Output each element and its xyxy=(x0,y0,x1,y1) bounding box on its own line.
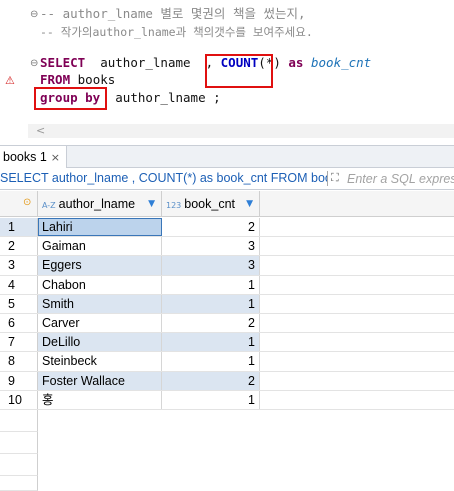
row-number: 3 xyxy=(0,256,38,275)
cell-author-lname[interactable]: Eggers xyxy=(38,256,162,275)
sort-down-icon[interactable]: ▼ xyxy=(148,191,155,217)
results-tab-strip: books 1 × xyxy=(0,145,454,168)
row-selector-icon: ⊙ xyxy=(23,197,32,208)
group-column: author_lname xyxy=(115,90,206,105)
column-label: author_lname xyxy=(58,197,136,211)
table-row[interactable]: 2 Gaiman 3 xyxy=(0,237,454,257)
string-type-icon: A-Z xyxy=(42,201,56,210)
table-row[interactable]: 5 Smith 1 xyxy=(0,294,454,314)
from-table: books xyxy=(77,72,116,87)
cell-book-cnt[interactable]: 1 xyxy=(162,294,260,313)
semicolon: ; xyxy=(213,90,221,105)
column-label: book_cnt xyxy=(184,197,236,211)
cell-book-cnt[interactable]: 2 xyxy=(162,314,260,333)
table-row[interactable]: 3 Eggers 3 xyxy=(0,256,454,276)
expand-filter-icon[interactable]: ⛶ xyxy=(331,171,339,185)
row-number: 1 xyxy=(0,218,38,237)
empty-row-header xyxy=(0,432,38,454)
cell-book-cnt[interactable]: 2 xyxy=(162,218,260,237)
table-row[interactable]: 4 Chabon 1 xyxy=(0,275,454,295)
group-by-highlight-box xyxy=(34,87,107,110)
grid-corner[interactable]: ⊙ xyxy=(0,191,38,217)
row-number: 9 xyxy=(0,371,38,390)
alias-name: book_cnt xyxy=(311,55,372,70)
row-number: 8 xyxy=(0,352,38,371)
select-keyword: SELECT xyxy=(40,55,86,70)
cell-author-lname[interactable]: Steinbeck xyxy=(38,352,162,371)
filter-expression-input[interactable] xyxy=(347,168,454,189)
row-number: 4 xyxy=(0,275,38,294)
fold-toggle-icon[interactable]: ⊖ xyxy=(30,58,38,69)
select-column: author_lname xyxy=(100,55,191,70)
table-row[interactable]: 7 DeLillo 1 xyxy=(0,333,454,353)
filter-separator xyxy=(327,171,328,186)
cell-author-lname[interactable]: DeLillo xyxy=(38,333,162,352)
table-row[interactable]: 10 홍 1 xyxy=(0,390,454,410)
as-keyword: as xyxy=(288,55,304,70)
sql-editor[interactable]: ⊖ -- author_lname 별로 몇권의 책을 썼는지, -- 작가의a… xyxy=(0,0,454,140)
grid-header: ⊙ A-Z author_lname ▼ 123 book_cnt ▼ xyxy=(0,191,454,217)
empty-row-header xyxy=(0,410,38,432)
empty-row-header xyxy=(0,454,38,476)
comment-line-2: -- 작가의author_lname과 책의갯수를 보여주세요. xyxy=(40,25,313,39)
sort-down-icon[interactable]: ▼ xyxy=(246,191,253,217)
scroll-left-icon[interactable]: < xyxy=(36,124,45,137)
table-row[interactable]: 8 Steinbeck 1 xyxy=(0,352,454,372)
tab-books-1[interactable]: books 1 × xyxy=(0,146,67,168)
cell-author-lname[interactable]: Gaiman xyxy=(38,237,162,256)
tab-label: books 1 xyxy=(3,150,47,164)
table-row[interactable]: 9 Foster Wallace 2 xyxy=(0,371,454,391)
comment-line-1: -- author_lname 별로 몇권의 책을 썼는지, xyxy=(40,6,306,21)
count-highlight-box xyxy=(205,54,273,88)
fold-toggle-icon[interactable]: ⊖ xyxy=(30,9,38,20)
table-row[interactable]: 1 Lahiri 2 xyxy=(0,218,454,238)
cell-book-cnt[interactable]: 3 xyxy=(162,237,260,256)
cell-book-cnt[interactable]: 1 xyxy=(162,333,260,352)
cell-author-lname[interactable]: 홍 xyxy=(38,390,162,409)
cell-book-cnt[interactable]: 2 xyxy=(162,371,260,390)
close-icon[interactable]: × xyxy=(51,151,60,164)
editor-horizontal-scrollbar[interactable]: < xyxy=(28,124,454,138)
row-number: 7 xyxy=(0,333,38,352)
empty-row-header xyxy=(0,476,38,491)
cell-book-cnt[interactable]: 1 xyxy=(162,352,260,371)
cell-author-lname[interactable]: Chabon xyxy=(38,275,162,294)
from-keyword: FROM xyxy=(40,72,71,87)
cell-author-lname[interactable]: Carver xyxy=(38,314,162,333)
cell-author-lname[interactable]: Foster Wallace xyxy=(38,371,162,390)
cell-author-lname[interactable]: Lahiri xyxy=(38,218,162,237)
row-number: 5 xyxy=(0,294,38,313)
cell-author-lname[interactable]: Smith xyxy=(38,294,162,313)
cell-book-cnt[interactable]: 1 xyxy=(162,390,260,409)
warning-icon: ⚠ xyxy=(5,74,15,87)
cell-book-cnt[interactable]: 1 xyxy=(162,275,260,294)
row-number: 10 xyxy=(0,390,38,409)
row-number: 6 xyxy=(0,314,38,333)
row-number: 2 xyxy=(0,237,38,256)
executed-query-text: SELECT author_lname , COUNT(*) as book_c… xyxy=(0,171,327,185)
cell-book-cnt[interactable]: 3 xyxy=(162,256,260,275)
column-header-book-cnt[interactable]: 123 book_cnt ▼ xyxy=(162,191,260,217)
table-row[interactable]: 6 Carver 2 xyxy=(0,314,454,334)
column-header-author-lname[interactable]: A-Z author_lname ▼ xyxy=(38,191,162,217)
number-type-icon: 123 xyxy=(166,201,182,210)
query-filter-bar: SELECT author_lname , COUNT(*) as book_c… xyxy=(0,168,454,190)
